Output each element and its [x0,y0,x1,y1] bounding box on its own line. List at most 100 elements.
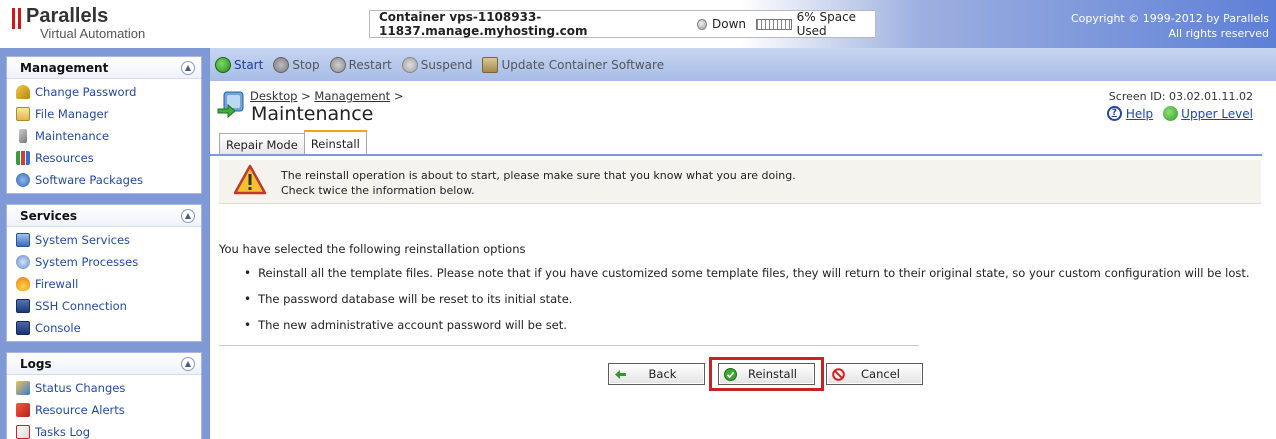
screen-id: Screen ID: 03.02.01.11.02 [1108,90,1253,103]
tab-divider [210,154,1262,156]
sidebar-item-label: Maintenance [35,129,110,143]
copyright: Copyright © 1999-2012 by Parallels All r… [1071,11,1269,41]
stop-icon [273,56,290,73]
main-content: Start Stop Restart Suspend Update Contai… [209,48,1276,439]
restart-button[interactable]: Restart [329,56,392,73]
sidebar-item-label: File Manager [35,107,109,121]
sidebar-item-ssh-connection[interactable]: SSH Connection [7,295,201,317]
collapse-icon[interactable]: ▲ [181,60,195,75]
header: Parallels Virtual Automation Container v… [0,0,1276,48]
toolbar: Start Stop Restart Suspend Update Contai… [210,48,1276,81]
start-icon [215,56,231,73]
sidebar-item-status-changes[interactable]: Status Changes [7,377,201,399]
sidebar-item-resources[interactable]: Resources [7,147,201,169]
list-item: The new administrative account password … [244,318,1250,344]
page-title: Maintenance [251,103,374,125]
update-software-button[interactable]: Update Container Software [482,56,664,73]
sidebar-item-label: Change Password [35,85,137,99]
divider [219,345,919,346]
breadcrumb-separator: > [301,89,311,103]
services-panel-header[interactable]: Services ▲ [7,205,201,227]
sidebar-item-maintenance[interactable]: Maintenance [7,125,201,147]
help-link[interactable]: ? Help [1106,106,1154,121]
sidebar-item-system-processes[interactable]: System Processes [7,251,201,273]
sidebar-item-label: Resource Alerts [35,403,125,417]
reinstall-button[interactable]: Reinstall [718,363,815,385]
logs-panel: Logs ▲ Status Changes Resource Alerts Ta… [6,352,202,439]
breadcrumb: Desktop > Management > [250,89,403,103]
logs-panel-header[interactable]: Logs ▲ [7,353,201,375]
options-list: Reinstall all the template files. Please… [244,266,1250,344]
container-status: Down [712,17,747,31]
stop-button[interactable]: Stop [273,56,320,73]
sidebar-item-change-password[interactable]: Change Password [7,81,201,103]
key-icon [16,85,30,99]
breadcrumb-desktop-link[interactable]: Desktop [250,89,297,103]
cancel-icon [832,368,845,381]
sidebar-item-label: System Services [35,233,131,247]
copyright-line-2: All rights reserved [1168,27,1269,40]
list-item: The password database will be reset to i… [244,292,1250,318]
sidebar-item-label: System Processes [35,255,139,269]
tab-label: Repair Mode [226,137,298,152]
logs-title: Logs [20,356,52,371]
tab-reinstall[interactable]: Reinstall [303,130,367,155]
sidebar: Management ▲ Change Password File Manage… [0,48,209,439]
upper-level-icon [1163,106,1179,121]
sidebar-item-system-services[interactable]: System Services [7,229,201,251]
sidebar-item-tasks-log[interactable]: Tasks Log [7,421,201,439]
list-item-text: The password database will be reset to i… [258,292,573,306]
help-label: Help [1125,106,1154,121]
start-button[interactable]: Start [215,56,263,73]
sidebar-item-resource-alerts[interactable]: Resource Alerts [7,399,201,421]
sidebar-item-label: Console [35,321,81,335]
system-processes-icon [16,255,30,269]
services-panel: Services ▲ System Services System Proces… [6,204,202,342]
sidebar-item-console[interactable]: Console [7,317,201,339]
back-button[interactable]: Back [608,363,705,385]
brand-subtitle: Virtual Automation [40,26,146,41]
breadcrumb-separator: > [393,89,404,103]
container-label: Container vps-1108933-11837.manage.myhos… [379,10,588,38]
services-title: Services [20,208,78,223]
management-title: Management [20,60,109,75]
status-down-icon [697,18,708,30]
suspend-button[interactable]: Suspend [401,56,472,73]
warning-line-2: Check twice the information below. [281,184,475,197]
space-used-text: 6% Space Used [796,10,857,38]
breadcrumb-management-link[interactable]: Management [314,89,390,103]
upper-level-label: Upper Level [1181,106,1253,121]
action-buttons: Back Reinstall Cancel [608,357,923,391]
cancel-button[interactable]: Cancel [826,363,923,385]
reinstall-highlight: Reinstall [709,357,824,391]
sidebar-item-file-manager[interactable]: File Manager [7,103,201,125]
suspend-icon [401,56,418,73]
warning-message: The reinstall operation is about to star… [219,160,1261,204]
maintenance-icon [19,129,27,143]
update-icon [482,56,499,73]
firewall-icon [16,277,30,291]
upper-level-link[interactable]: Upper Level [1163,106,1253,121]
list-item-text: Reinstall all the template files. Please… [258,266,1250,280]
sidebar-item-label: Firewall [35,277,79,291]
tab-repair-mode[interactable]: Repair Mode [219,133,305,155]
collapse-icon[interactable]: ▲ [181,356,195,371]
container-status-box: Container vps-1108933-11837.manage.myhos… [369,10,876,38]
help-links: ? Help Upper Level [1106,106,1253,121]
management-panel-header[interactable]: Management ▲ [7,57,201,79]
sidebar-item-label: SSH Connection [35,299,127,313]
sidebar-item-label: Resources [35,151,94,165]
sidebar-item-software-packages[interactable]: Software Packages [7,169,201,191]
management-panel: Management ▲ Change Password File Manage… [6,56,202,194]
status-changes-icon [16,381,30,395]
title-area: Desktop > Management > Maintenance Scree… [210,81,1276,155]
sidebar-item-label: Tasks Log [35,425,91,439]
maintenance-page-icon [217,91,244,119]
parallels-logo: Parallels Virtual Automation [12,6,145,42]
file-manager-icon [16,107,30,121]
console-icon [16,321,30,335]
brand-name: Parallels [26,5,109,27]
sidebar-item-firewall[interactable]: Firewall [7,273,201,295]
parallels-logo-icon [12,8,21,29]
collapse-icon[interactable]: ▲ [181,208,195,223]
